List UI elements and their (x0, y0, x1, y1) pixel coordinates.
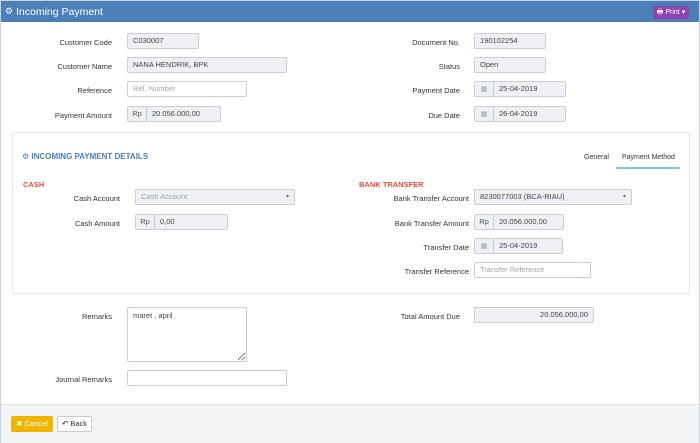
transfer-date-label: Transfer Date (423, 243, 469, 252)
cash-amount-field[interactable]: 0,00 (154, 214, 228, 230)
transfer-date-calendar[interactable]: ▦ (474, 238, 494, 254)
total-amount-due-label: Total Amount Due (400, 312, 460, 321)
reference-label: Reference (77, 86, 112, 95)
cogs-icon: ⚙ (22, 152, 30, 161)
payment-date-calendar[interactable]: ▦ (474, 81, 494, 97)
calendar-icon: ▦ (480, 111, 488, 118)
chevron-down-icon: ▾ (285, 194, 289, 200)
journal-remarks-input[interactable] (127, 370, 287, 386)
payment-amount-currency: Rp (127, 106, 147, 122)
reference-placeholder: Ref. Number (133, 84, 176, 93)
due-date-calendar[interactable]: ▦ (474, 106, 494, 122)
bank-account-value: 8230077003 (BCA-RIAU) (480, 192, 565, 201)
calendar-icon: ▦ (480, 243, 488, 250)
payment-date-label: Payment Date (412, 86, 460, 95)
chevron-down-icon: ▾ (622, 194, 626, 200)
printer-icon: 🖶 (656, 9, 664, 16)
back-arrow-icon: ↶ (61, 419, 69, 428)
payment-details-panel: ⚙ INCOMING PAYMENT DETAILS General Payme… (12, 132, 690, 294)
gear-icon: ⚙ (5, 6, 14, 16)
print-button[interactable]: 🖶 Print ▾ (653, 6, 689, 19)
details-section-title: ⚙ INCOMING PAYMENT DETAILS (22, 152, 148, 161)
document-no-field[interactable]: 190102254 (474, 33, 546, 49)
chevron-down-icon: ▾ (681, 9, 686, 16)
transfer-reference-input[interactable]: Transfer Reference (474, 262, 591, 278)
transfer-reference-placeholder: Transfer Reference (480, 265, 545, 274)
cash-account-label: Cash Account (73, 194, 120, 203)
cash-amount-currency: Rp (135, 214, 155, 230)
bank-amount-currency: Rp (474, 214, 494, 230)
transfer-date-field[interactable]: 25-04-2019 (493, 238, 563, 254)
close-icon: ✖ (16, 419, 23, 428)
calendar-icon: ▦ (480, 86, 488, 93)
cash-account-select[interactable]: Cash Account ▾ (135, 189, 295, 205)
details-title-text: INCOMING PAYMENT DETAILS (31, 152, 149, 161)
form-footer: ✖ Cancel ↶ Back (1, 404, 699, 443)
document-no-label: Document No. (412, 38, 460, 47)
payment-amount-label: Payment Amount (54, 111, 112, 120)
cancel-button[interactable]: ✖ Cancel (11, 416, 53, 432)
due-date-label: Due Date (428, 111, 460, 120)
bank-transfer-heading: BANK TRANSFER (359, 180, 424, 189)
payment-amount-field[interactable]: 20.056.000,00 (146, 106, 221, 122)
status-field[interactable]: Open (474, 57, 546, 73)
customer-code-label: Customer Code (59, 38, 112, 47)
print-button-label: Print (665, 9, 680, 16)
cancel-button-label: Cancel (24, 419, 48, 428)
back-button-label: Back (70, 419, 88, 428)
bank-amount-field[interactable]: 20.056.000,00 (493, 214, 564, 230)
journal-remarks-label: Journal Remarks (55, 375, 112, 384)
total-amount-due-field[interactable]: 20.056.000,00 (474, 307, 594, 323)
page-title: Incoming Payment (16, 6, 103, 18)
tab-payment-method[interactable]: Payment Method (616, 154, 680, 169)
remarks-label: Remarks (81, 312, 112, 321)
bank-account-label: Bank Transfer Account (393, 194, 469, 203)
remarks-textarea[interactable]: maret , april (127, 307, 247, 362)
cash-amount-label: Cash Amount (74, 219, 120, 228)
customer-code-field[interactable]: C030007 (127, 33, 199, 49)
payment-date-field[interactable]: 25-04-2019 (493, 81, 566, 97)
cash-heading: CASH (23, 180, 45, 189)
reference-input[interactable]: Ref. Number (127, 81, 247, 97)
back-button[interactable]: ↶ Back (57, 416, 92, 432)
status-label: Status (438, 62, 460, 71)
incoming-payment-window: ⚙ Incoming Payment 🖶 Print ▾ Customer Co… (0, 0, 700, 443)
bank-amount-label: Bank Transfer Amount (394, 219, 469, 228)
customer-name-label: Customer Name (57, 62, 112, 71)
window-header: ⚙ Incoming Payment 🖶 Print ▾ (1, 1, 699, 22)
cash-account-value: Cash Account (141, 192, 188, 201)
tab-general[interactable]: General (584, 154, 609, 161)
due-date-field[interactable]: 26-04-2019 (493, 106, 566, 122)
bank-account-select[interactable]: 8230077003 (BCA-RIAU) ▾ (474, 189, 632, 205)
transfer-reference-label: Transfer Reference (404, 267, 469, 276)
customer-name-field[interactable]: NANA HENDRIK, BPK (127, 57, 287, 73)
